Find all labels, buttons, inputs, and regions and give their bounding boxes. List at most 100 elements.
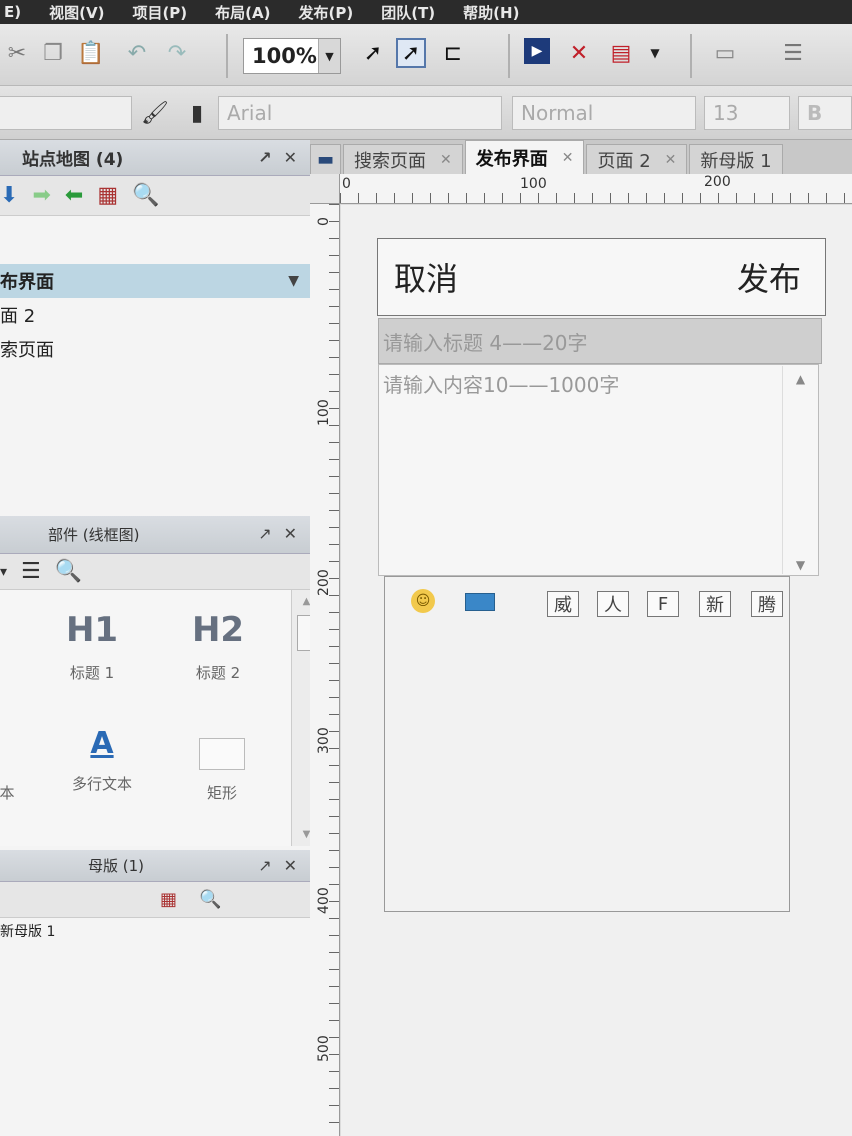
format-painter-icon[interactable]: 🖌 (140, 98, 170, 128)
publish-button[interactable]: 发布 (737, 254, 801, 300)
font-style-select[interactable]: Normal (512, 96, 696, 130)
close-icon[interactable]: ✕ (562, 150, 574, 166)
share-icon[interactable]: ✕ (564, 38, 594, 68)
chevron-down-icon[interactable]: ▼ (318, 39, 340, 73)
widget-heading1[interactable]: H1 标题 1 (60, 610, 124, 683)
zoom-select[interactable]: 100% ▼ (243, 38, 341, 74)
paragraph-icon: A (90, 726, 114, 761)
arrow-right-icon[interactable]: ➡ (32, 183, 50, 208)
tab-label: 搜索页面 (354, 150, 427, 172)
ruler-horizontal: 0 100 200 (340, 174, 852, 204)
tab-master-1[interactable]: 新母版 1 (689, 144, 783, 174)
scroll-up-icon[interactable]: ▲ (783, 372, 818, 386)
cancel-button[interactable]: 取消 (394, 254, 458, 300)
format-button[interactable]: 新 (699, 591, 731, 617)
chevron-down-icon[interactable]: ▾ (0, 564, 7, 580)
mock-header-bar[interactable]: 取消 发布 (377, 238, 826, 316)
close-icon[interactable]: ✕ (440, 152, 452, 168)
masters-tools: ▦ 🔍 (0, 882, 321, 918)
font-size-select[interactable]: 13 (704, 96, 790, 130)
copy-icon[interactable]: ❐ (38, 38, 68, 68)
sitemap-item-page2[interactable]: 面 2 (0, 298, 321, 332)
panel-controls[interactable]: ↗✕ (258, 148, 309, 167)
format-button[interactable]: 腾 (751, 591, 783, 617)
menu-project[interactable]: 项目(P) (132, 2, 187, 23)
content-scrollbar[interactable]: ▲ ▼ (782, 366, 818, 574)
tab-label: 新母版 1 (700, 150, 772, 172)
widgets-title: 部件 (线框图) (48, 526, 140, 544)
menu-view[interactable]: 视图(V) (49, 2, 104, 23)
sitemap-item-label: 索页面 (0, 340, 54, 361)
search-icon[interactable]: 🔍 (55, 559, 82, 584)
masters-title: 母版 (1) (88, 857, 145, 875)
sitemap-item-search[interactable]: 索页面 (0, 332, 321, 366)
title-input[interactable]: 请输入标题 4——20字 (378, 318, 822, 364)
close-icon[interactable]: ✕ (665, 152, 677, 168)
undo-icon[interactable]: ↶ (122, 38, 152, 68)
tab-search-page[interactable]: 搜索页面 ✕ (343, 144, 463, 174)
align-icon[interactable]: ☰ (778, 38, 808, 68)
bold-button[interactable]: B (798, 96, 852, 130)
format-button[interactable]: 威 (547, 591, 579, 617)
delete-page-icon[interactable]: ▦ (97, 183, 118, 208)
connector-icon[interactable]: ⊏ (438, 38, 468, 68)
sitemap-header: 站点地图 (4) ↗✕ (0, 140, 321, 176)
format-toolbar: 🖌 ▮ Arial Normal 13 B (0, 86, 852, 140)
editor-toolbar-panel: ☺ 威 人 F 新 腾 (384, 576, 790, 912)
widgets-panel: 部件 (线框图) ↗✕ ▾ ☰ 🔍 H1 标题 1 H2 标题 2 本 A 多行… (0, 516, 322, 850)
style-select[interactable] (0, 96, 132, 130)
menu-icon[interactable]: ☰ (21, 559, 41, 584)
delete-master-icon[interactable]: ▦ (160, 889, 177, 910)
sitemap-panel: 站点地图 (4) ↗✕ ⬇ ➡ ⬅ ▦ 🔍 布界面 ▼ 面 2 索页面 (0, 140, 322, 516)
tab-publish-page[interactable]: 发布界面 ✕ (464, 140, 585, 174)
page-icon[interactable]: ▬ (310, 144, 342, 174)
format-button[interactable]: 人 (597, 591, 629, 617)
brush-icon[interactable]: ▮ (182, 98, 212, 128)
generate-icon[interactable]: ▤ (606, 38, 636, 68)
widget-label: 矩形 (206, 784, 237, 802)
masters-header: 母版 (1) ↗✕ (0, 850, 321, 882)
menu-team[interactable]: 团队(T) (381, 2, 435, 23)
font-family-select[interactable]: Arial (218, 96, 502, 130)
toolbar-separator (508, 34, 510, 78)
select-contain-icon[interactable]: ➚ (396, 38, 426, 68)
paste-icon[interactable]: 📋 (76, 38, 106, 68)
panel-controls[interactable]: ↗✕ (258, 856, 309, 875)
chevron-down-icon[interactable]: ▼ (640, 38, 670, 68)
scroll-down-icon[interactable]: ▼ (783, 558, 818, 572)
menu-edit[interactable]: E) (4, 3, 21, 21)
menu-layout[interactable]: 布局(A) (215, 2, 270, 23)
master-item[interactable]: 新母版 1 (0, 918, 321, 944)
menu-bar: E) 视图(V) 项目(P) 布局(A) 发布(P) 团队(T) 帮助(H) (0, 0, 852, 24)
select-intersect-icon[interactable]: ➚ (358, 38, 388, 68)
tab-page-2[interactable]: 页面 2 ✕ (586, 144, 688, 174)
toolbar-separator (226, 34, 228, 78)
sitemap-item-publish[interactable]: 布界面 ▼ (0, 264, 321, 298)
image-icon[interactable] (465, 593, 495, 611)
menu-publish[interactable]: 发布(P) (298, 2, 353, 23)
widget-rectangle[interactable]: 矩形 (196, 738, 248, 803)
widget-text[interactable]: 本 (0, 770, 22, 803)
search-icon[interactable]: 🔍 (199, 889, 221, 910)
panel-controls[interactable]: ↗✕ (258, 524, 309, 543)
arrow-left-icon[interactable]: ⬅ (65, 183, 83, 208)
chevron-down-icon[interactable]: ▼ (288, 273, 299, 289)
menu-help[interactable]: 帮助(H) (463, 2, 519, 23)
widget-paragraph[interactable]: A 多行文本 (62, 726, 142, 794)
ruler-ticks (340, 193, 852, 203)
widget-heading2[interactable]: H2 标题 2 (186, 610, 250, 683)
cut-icon[interactable]: ✂ (2, 38, 32, 68)
tab-label: 页面 2 (597, 150, 651, 172)
tab-label: 发布界面 (475, 148, 548, 170)
preview-icon[interactable]: ▶ (524, 38, 550, 64)
content-textarea[interactable]: 请输入内容10——1000字 (378, 364, 819, 576)
style-icon[interactable]: ▭ (710, 38, 740, 68)
format-button[interactable]: F (647, 591, 679, 617)
emoji-icon[interactable]: ☺ (411, 589, 435, 613)
redo-icon[interactable]: ↷ (162, 38, 192, 68)
sitemap-item-label: 面 2 (0, 306, 36, 327)
arrow-down-icon[interactable]: ⬇ (0, 183, 18, 208)
search-icon[interactable]: 🔍 (132, 183, 159, 208)
ruler-ticks (329, 204, 339, 1136)
